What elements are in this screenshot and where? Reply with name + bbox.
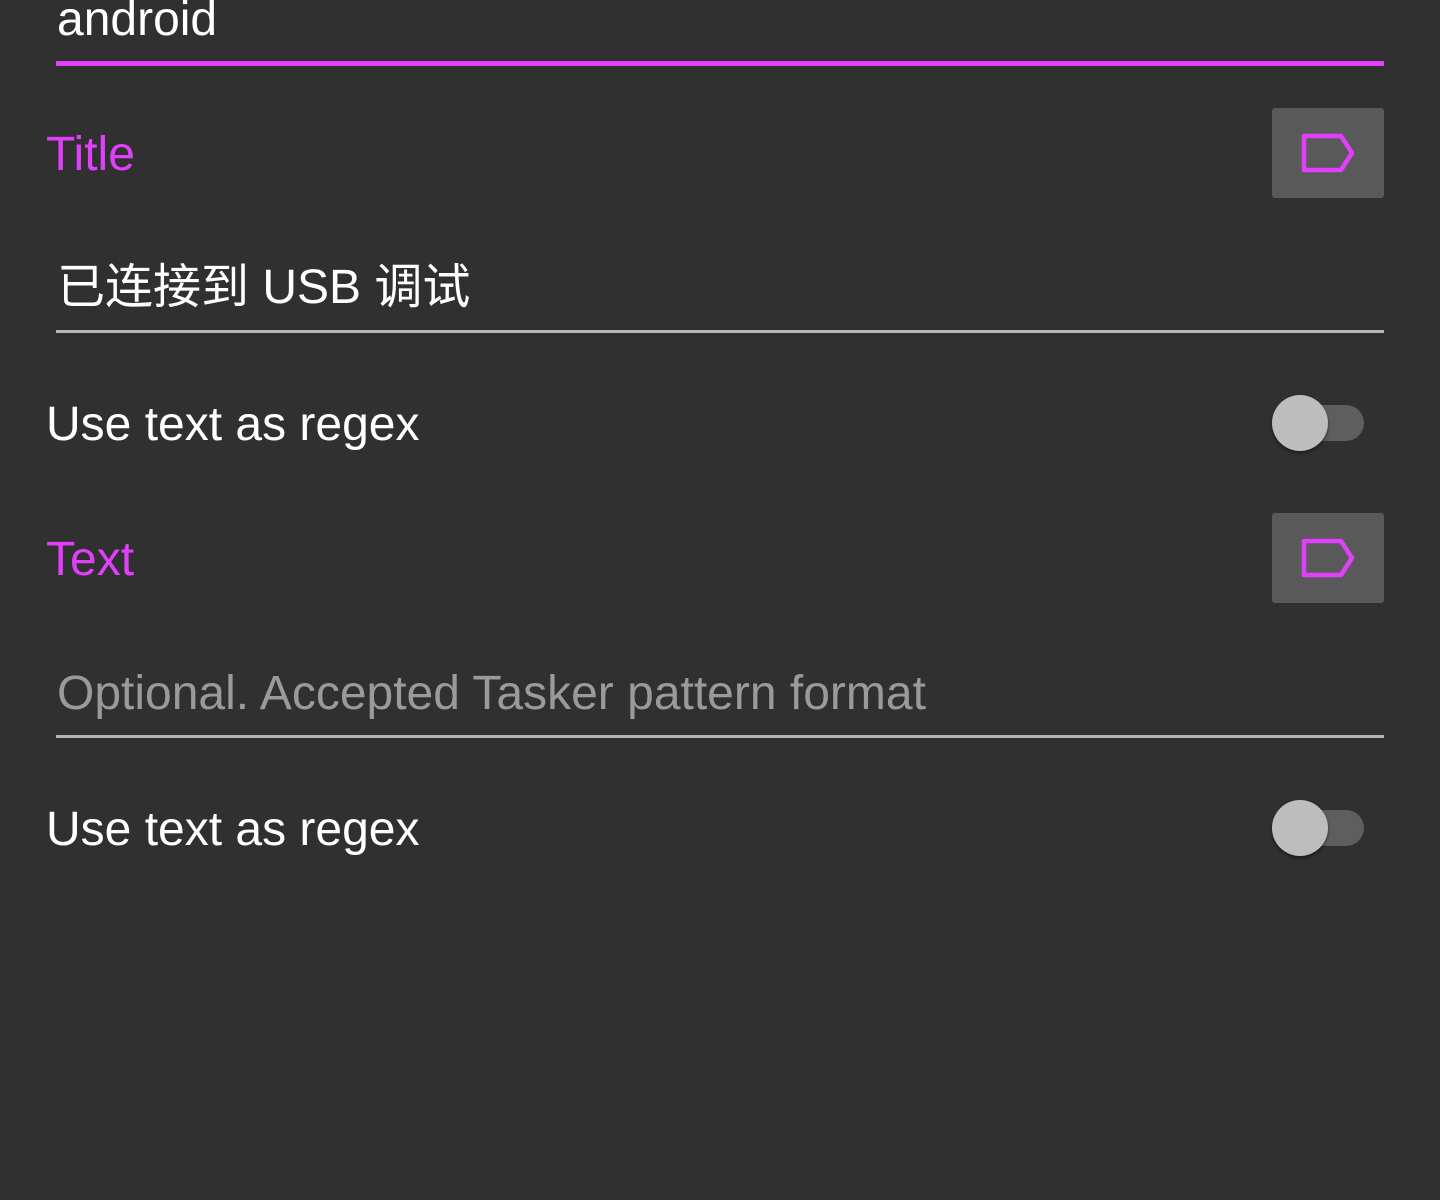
text-input-underline — [56, 735, 1384, 738]
package-input-underline — [56, 61, 1384, 66]
title-regex-label: Use text as regex — [46, 398, 420, 451]
title-input-underline — [56, 330, 1384, 333]
switch-thumb — [1272, 800, 1328, 856]
text-regex-switch[interactable] — [1272, 800, 1364, 856]
title-section-label: Title — [46, 128, 135, 181]
text-section-label: Text — [46, 533, 135, 586]
title-regex-switch[interactable] — [1272, 395, 1364, 451]
text-regex-label: Use text as regex — [46, 803, 420, 856]
text-input[interactable]: Optional. Accepted Tasker pattern format — [57, 666, 926, 722]
title-input[interactable]: 已连接到 USB 调试 — [57, 260, 470, 316]
title-variable-button[interactable] — [1272, 108, 1384, 198]
text-variable-button[interactable] — [1272, 513, 1384, 603]
label-tag-icon — [1301, 133, 1355, 173]
switch-thumb — [1272, 395, 1328, 451]
label-tag-icon — [1301, 538, 1355, 578]
package-input[interactable]: android — [57, 0, 217, 48]
